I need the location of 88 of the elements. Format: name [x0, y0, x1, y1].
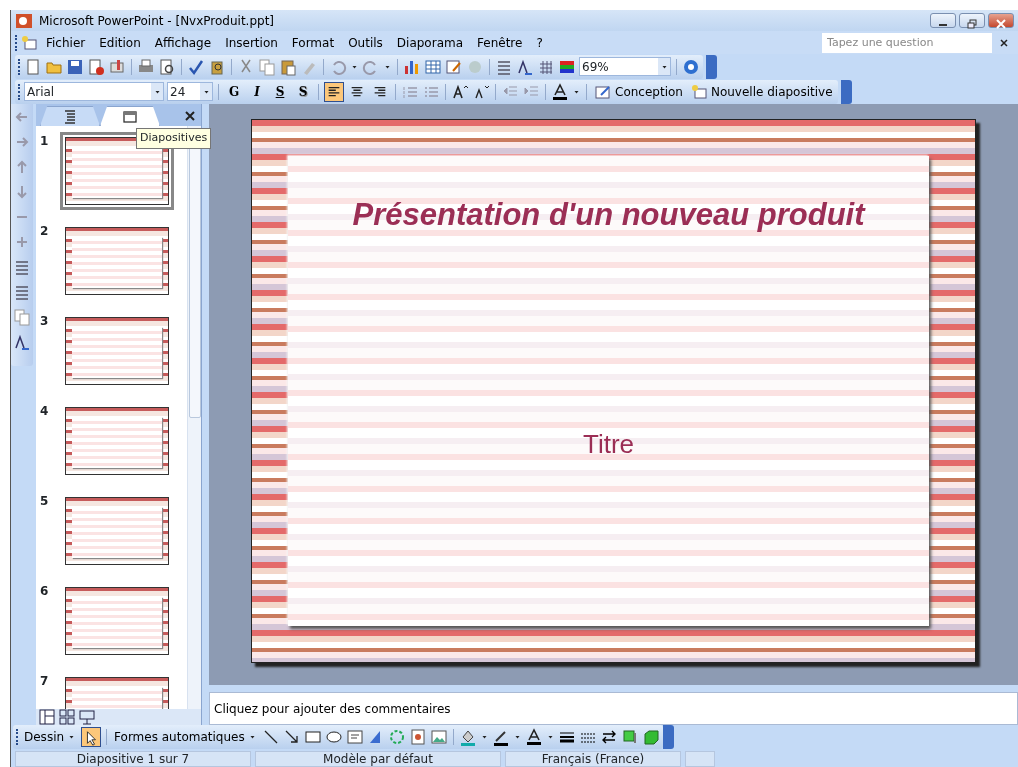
table-icon[interactable] — [424, 57, 442, 76]
restore-button[interactable] — [959, 13, 985, 28]
rectangle-icon[interactable] — [303, 728, 322, 746]
normal-view-icon[interactable] — [38, 708, 56, 726]
font-size-field[interactable]: 24 — [167, 82, 213, 101]
notes-field[interactable]: Cliquez pour ajouter des commentaires — [209, 692, 1018, 725]
slide-number: 6 — [40, 583, 50, 600]
slide-number: 4 — [40, 403, 50, 420]
toolbar-options-button[interactable] — [706, 54, 717, 79]
status-text: Français (France) — [505, 751, 681, 767]
slide-thumbnail[interactable] — [65, 227, 169, 295]
window-title: Microsoft PowerPoint - [NvxProduit.ppt] — [39, 12, 275, 30]
menu-item[interactable]: Affichage — [148, 32, 218, 53]
slide-number: 5 — [40, 493, 50, 510]
close-icon — [1000, 39, 1008, 47]
bold-button[interactable]: G — [224, 81, 244, 102]
close-icon — [996, 18, 1006, 29]
new-slide-button[interactable]: Nouvelle diapositive — [687, 82, 835, 101]
draw-menu[interactable]: Dessin — [22, 728, 79, 746]
3d-icon[interactable] — [641, 728, 660, 746]
new-document-icon[interactable] — [24, 57, 42, 76]
tooltip: Diapositives — [136, 128, 212, 149]
slide-thumbnail[interactable] — [65, 497, 169, 565]
italic-button[interactable]: I — [247, 81, 267, 102]
shadow-icon[interactable] — [620, 728, 639, 746]
permission-icon[interactable] — [87, 57, 105, 76]
picture-icon[interactable] — [429, 728, 448, 746]
slide-thumbnail[interactable] — [65, 317, 169, 385]
help-icon[interactable] — [682, 57, 700, 76]
document-icon — [20, 33, 38, 52]
slide-show-icon[interactable] — [78, 708, 96, 726]
line-color-icon[interactable] — [491, 728, 510, 746]
minimize-button[interactable] — [930, 13, 956, 28]
summary-slide-icon[interactable] — [13, 308, 31, 326]
toolbar-options-button[interactable] — [662, 725, 674, 749]
align-left-button[interactable] — [324, 81, 344, 102]
menu-item[interactable]: Edition — [93, 32, 147, 53]
show-formatting-icon[interactable] — [13, 333, 31, 351]
outline-tab[interactable] — [40, 106, 100, 126]
menu-item[interactable]: Format — [285, 32, 341, 53]
new-slide-icon — [689, 82, 708, 101]
menu-item[interactable]: Fenêtre — [471, 32, 529, 53]
collapse-all-icon[interactable] — [13, 258, 31, 276]
copy-icon[interactable] — [258, 57, 276, 76]
slide-number: 7 — [40, 673, 50, 690]
slide-sorter-icon[interactable] — [58, 708, 76, 726]
shadow-button[interactable]: S — [293, 81, 313, 102]
menu-item[interactable]: Insertion — [219, 32, 284, 53]
attachment-icon[interactable] — [108, 57, 126, 76]
slide-thumbnail[interactable] — [65, 587, 169, 655]
app-icon — [15, 11, 33, 30]
font-field[interactable]: Arial — [24, 82, 164, 101]
status-text: Modèle par défaut — [255, 751, 501, 767]
fill-color-icon[interactable] — [458, 728, 477, 746]
edit-page-icon[interactable] — [445, 57, 463, 76]
zoom-field[interactable]: 69% — [579, 57, 671, 76]
expand-all-icon[interactable] — [13, 283, 31, 301]
font-color-icon[interactable] — [551, 82, 569, 101]
status-panel — [685, 751, 715, 767]
slide-thumbnail[interactable] — [65, 407, 169, 475]
menu-item[interactable]: ? — [530, 32, 549, 53]
paste-icon[interactable] — [279, 57, 297, 76]
text-box-icon[interactable] — [345, 728, 364, 746]
font-color-icon[interactable] — [524, 728, 543, 746]
pointer-button[interactable] — [81, 727, 102, 747]
toolbar-options-button[interactable] — [840, 79, 852, 104]
underline-button[interactable]: S — [270, 81, 290, 102]
status-text: Diapositive 1 sur 7 — [15, 751, 251, 767]
menu-item[interactable]: Outils — [342, 32, 389, 53]
slide-number: 1 — [40, 133, 50, 150]
slide-number: 2 — [40, 223, 50, 240]
slides-tab[interactable] — [100, 106, 160, 126]
close-button[interactable] — [988, 13, 1014, 28]
autoshapes-menu[interactable]: Formes automatiques — [112, 728, 259, 746]
design-button[interactable]: Conception — [592, 82, 685, 101]
close-icon — [185, 111, 195, 121]
slide-title[interactable]: Présentation d'un nouveau produit — [352, 192, 865, 239]
menu-item[interactable]: Diaporama — [390, 32, 470, 53]
slide-number: 3 — [40, 313, 50, 330]
menu-item[interactable]: Fichier — [40, 32, 92, 53]
save-icon[interactable] — [66, 57, 84, 76]
clip-art-icon[interactable] — [408, 728, 427, 746]
ellipse-icon[interactable] — [324, 728, 343, 746]
question-field[interactable]: Tapez une question — [822, 32, 992, 53]
restore-icon — [967, 18, 977, 29]
diagram-icon[interactable] — [387, 728, 406, 746]
print-preview-icon[interactable] — [158, 57, 176, 76]
slide-subtitle[interactable]: Titre — [582, 424, 634, 464]
